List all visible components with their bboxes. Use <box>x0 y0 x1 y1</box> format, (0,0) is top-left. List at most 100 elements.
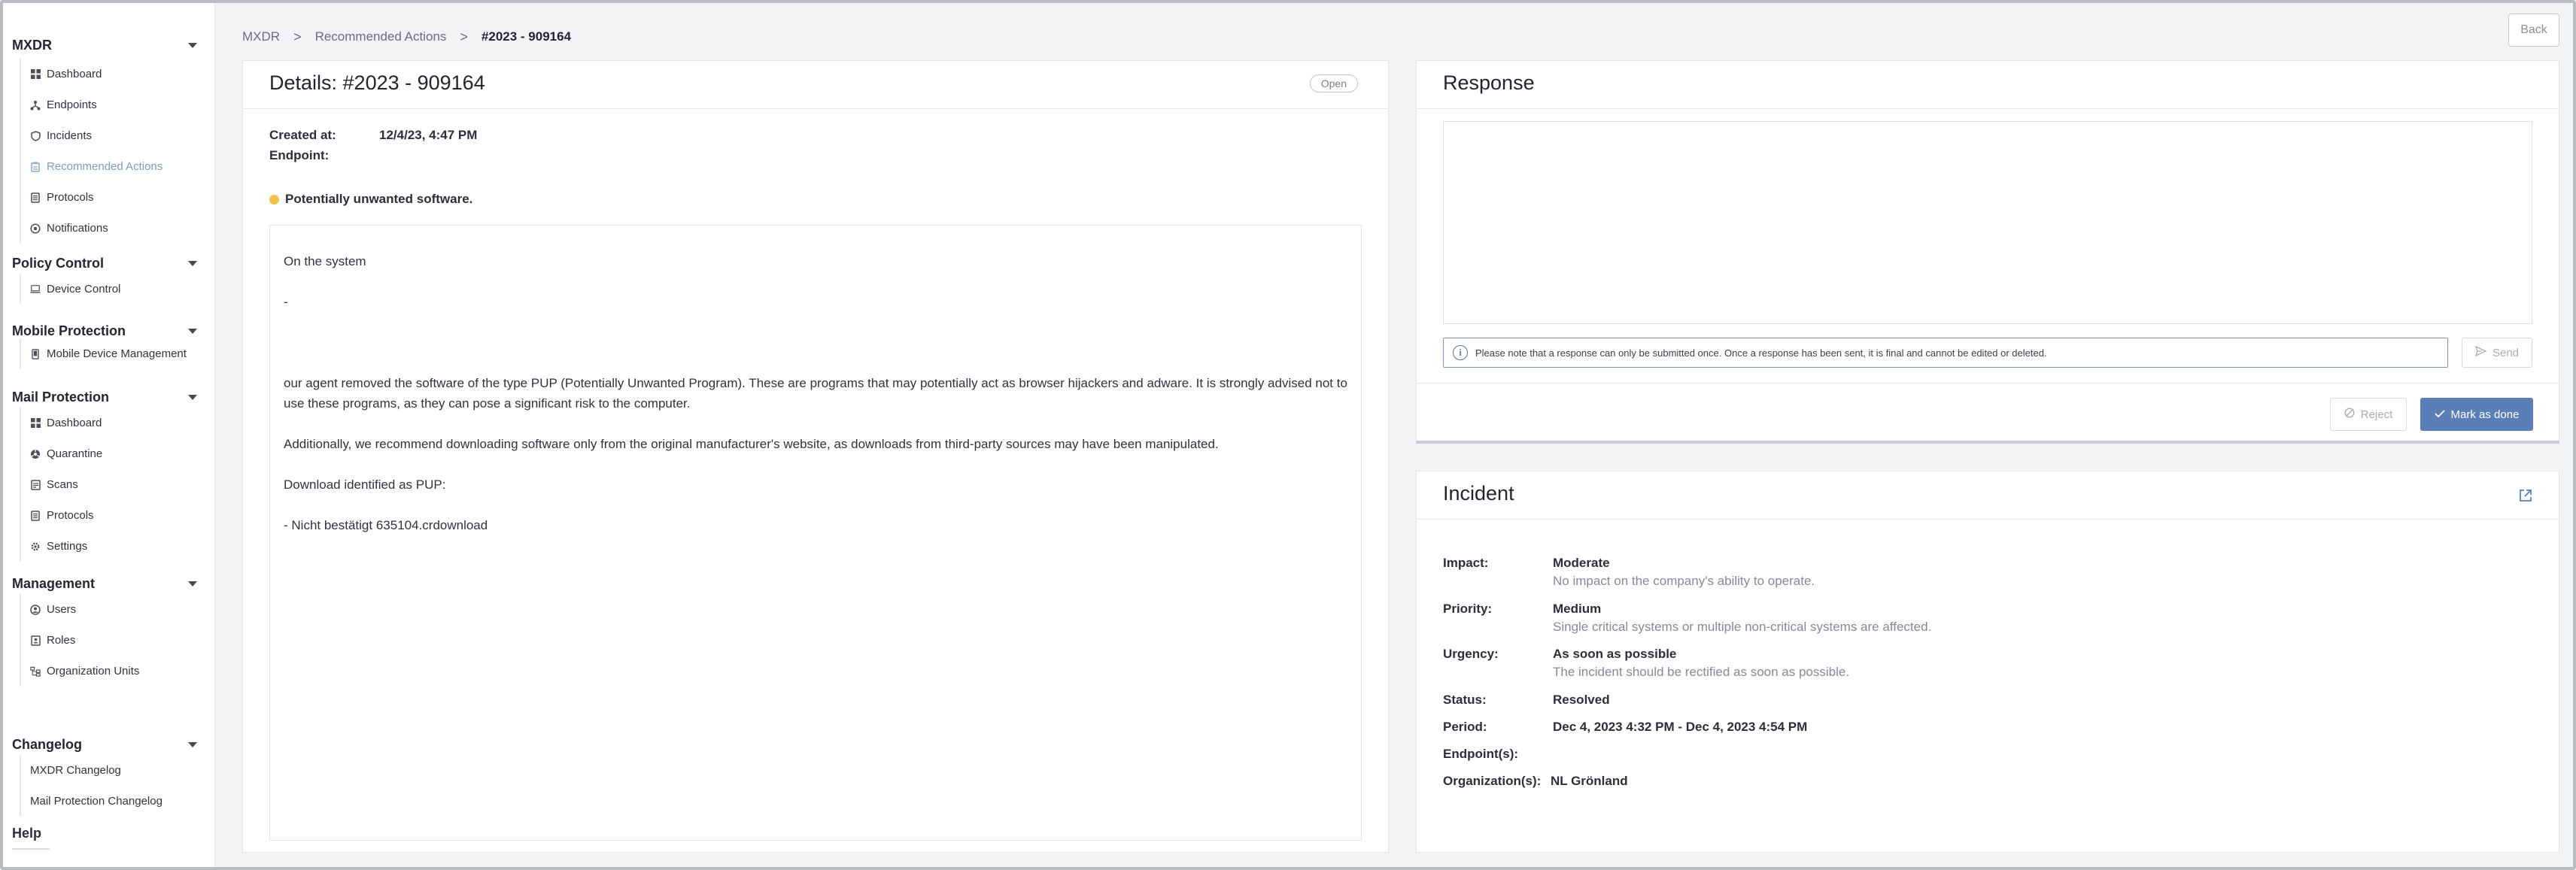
roles-icon <box>30 635 41 646</box>
sidebar-section-management: Management Users Roles Organization Unit… <box>12 571 200 687</box>
impact-label: Impact: <box>1443 556 1489 570</box>
sidebar-section-header[interactable]: Changelog <box>12 732 200 756</box>
sidebar-item-label: Protocols <box>47 191 94 204</box>
severity-dot-icon <box>269 194 279 205</box>
reject-button[interactable]: Reject <box>2330 398 2407 431</box>
sidebar: MXDR Dashboard Endpoints Incidents Recom… <box>3 3 215 867</box>
sidebar-item-mail-protocols[interactable]: Protocols <box>30 500 200 531</box>
back-button[interactable]: Back <box>2508 14 2559 47</box>
panel-shadow <box>1416 441 2559 444</box>
sidebar-item-mobile-device-management[interactable]: Mobile Device Management <box>30 338 200 369</box>
reject-label: Reject <box>2360 408 2393 421</box>
biohazard-icon <box>30 449 41 459</box>
info-icon: i <box>1453 345 1468 360</box>
sidebar-section-header[interactable]: Management <box>12 571 200 596</box>
sidebar-item-roles[interactable]: Roles <box>30 625 200 656</box>
sidebar-section-header[interactable]: Mail Protection <box>12 385 200 409</box>
sidebar-item-label: Device Control <box>47 283 121 296</box>
laptop-icon <box>30 284 41 295</box>
chevron-down-icon[interactable] <box>188 328 197 334</box>
sidebar-item-mail-dashboard[interactable]: Dashboard <box>30 408 200 438</box>
breadcrumb: MXDR > Recommended Actions > #2023 - 909… <box>242 26 571 48</box>
sidebar-item-recommended-actions[interactable]: Recommended Actions <box>30 151 200 182</box>
impact-description: No impact on the company's ability to op… <box>1553 574 1815 588</box>
chevron-down-icon[interactable] <box>188 741 197 747</box>
chevron-right-icon: > <box>293 29 302 44</box>
sidebar-section-header[interactable]: Policy Control <box>12 251 200 275</box>
incident-title: Incident <box>1443 482 1514 505</box>
external-link-icon[interactable] <box>2518 488 2533 503</box>
response-textarea[interactable] <box>1443 121 2532 324</box>
response-title: Response <box>1443 71 1535 94</box>
status-value: Resolved <box>1553 693 1610 707</box>
sidebar-section-header[interactable]: MXDR <box>12 33 200 57</box>
sidebar-item-label: Quarantine <box>47 447 103 460</box>
created-label: Created at: <box>269 127 336 142</box>
sidebar-section-mobile-protection: Mobile Protection Mobile Device Manageme… <box>12 319 200 369</box>
network-icon <box>30 100 41 111</box>
sidebar-section-mail-protection: Mail Protection Dashboard Quarantine Sca… <box>12 385 200 562</box>
description-line <box>284 332 1347 353</box>
breadcrumb-recommended-actions[interactable]: Recommended Actions <box>315 29 447 44</box>
org-icon <box>30 666 41 677</box>
mark-as-done-button[interactable]: Mark as done <box>2420 398 2533 431</box>
sidebar-item-quarantine[interactable]: Quarantine <box>30 438 200 469</box>
sidebar-item-endpoints[interactable]: Endpoints <box>30 89 200 120</box>
page-title: Details: #2023 - 909164 <box>269 71 485 94</box>
sidebar-item-organization-units[interactable]: Organization Units <box>30 656 200 687</box>
sidebar-item-dashboard[interactable]: Dashboard <box>30 59 200 89</box>
divider <box>12 848 50 850</box>
sidebar-item-label: Notifications <box>47 222 108 235</box>
sidebar-item-device-control[interactable]: Device Control <box>30 274 200 305</box>
sidebar-item-scans[interactable]: Scans <box>30 469 200 500</box>
list-icon <box>30 192 41 203</box>
sidebar-item-protocols[interactable]: Protocols <box>30 182 200 213</box>
sidebar-item-mxdr-changelog[interactable]: MXDR Changelog <box>30 755 200 786</box>
sidebar-section-title: Mobile Protection <box>12 323 126 338</box>
description-line: Download identified as PUP: <box>284 477 446 492</box>
send-button[interactable]: Send <box>2462 338 2532 368</box>
description-box: On the system - our agent removed the so… <box>269 225 1362 841</box>
chevron-down-icon[interactable] <box>188 42 197 48</box>
chevron-right-icon: > <box>460 29 468 44</box>
period-value: Dec 4, 2023 4:32 PM - Dec 4, 2023 4:54 P… <box>1553 720 1808 734</box>
scan-icon <box>30 479 41 490</box>
sidebar-item-notifications[interactable]: Notifications <box>30 213 200 244</box>
breadcrumb-mxdr[interactable]: MXDR <box>242 29 280 44</box>
priority-label: Priority: <box>1443 602 1493 616</box>
organizations-label: Organization(s): <box>1443 774 1542 788</box>
chevron-down-icon[interactable] <box>188 581 197 587</box>
organizations-value: NL Grönland <box>1551 774 1628 788</box>
sidebar-item-label: Endpoints <box>47 99 97 111</box>
sidebar-item-incidents[interactable]: Incidents <box>30 120 200 151</box>
divider <box>1417 108 2559 109</box>
description-line: On the system <box>284 254 366 268</box>
details-panel: Details: #2023 - 909164 Open Created at:… <box>242 60 1389 853</box>
incident-details: Impact: Moderate No impact on the compan… <box>1443 556 1931 801</box>
sidebar-item-mail-protection-changelog[interactable]: Mail Protection Changelog <box>30 786 200 817</box>
incident-panel: Incident Impact: Moderate No impact on t… <box>1416 471 2559 853</box>
sidebar-section-changelog: Changelog MXDR Changelog Mail Protection… <box>12 732 200 817</box>
sidebar-section-title: Management <box>12 575 96 591</box>
sidebar-item-users[interactable]: Users <box>30 594 200 625</box>
threat-heading: Potentially unwanted software. <box>269 192 472 207</box>
sidebar-item-settings[interactable]: Settings <box>30 531 200 562</box>
chevron-down-icon[interactable] <box>188 394 197 400</box>
priority-description: Single critical systems or multiple non-… <box>1553 620 1932 634</box>
sidebar-section-title: Mail Protection <box>12 389 110 405</box>
urgency-description: The incident should be rectified as soon… <box>1553 665 1850 679</box>
description-line: Additionally, we recommend downloading s… <box>284 437 1219 451</box>
urgency-label: Urgency: <box>1443 647 1499 661</box>
impact-value: Moderate <box>1553 556 1610 570</box>
threat-label: Potentially unwanted software. <box>285 192 473 206</box>
sidebar-item-label: Mail Protection Changelog <box>30 795 163 808</box>
status-badge: Open <box>1309 74 1358 92</box>
help-link[interactable]: Help <box>12 826 41 841</box>
ban-icon <box>2344 408 2355 421</box>
sidebar-item-label: Dashboard <box>47 417 102 429</box>
chevron-down-icon[interactable] <box>188 260 197 266</box>
sidebar-item-label: Users <box>47 603 77 616</box>
phone-icon <box>30 348 41 359</box>
clipboard-icon <box>30 162 41 172</box>
grid-icon <box>30 418 41 429</box>
